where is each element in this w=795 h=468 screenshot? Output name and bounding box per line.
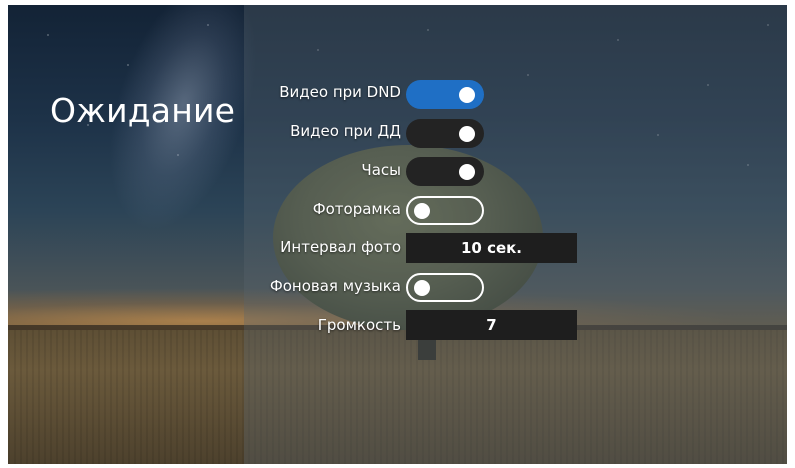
toggle-knob (414, 279, 430, 296)
background-music-toggle[interactable] (406, 273, 484, 302)
setting-label-video-dnd: Видео при DND (279, 83, 401, 101)
setting-label-background-music: Фоновая музыка (269, 277, 401, 295)
title-panel (8, 5, 244, 464)
photo-frame-toggle[interactable] (406, 196, 484, 225)
screen: Ожидание Видео при DND Видео при ДД Часы… (8, 5, 787, 464)
video-dd-toggle[interactable] (406, 119, 484, 148)
clock-toggle[interactable] (406, 157, 484, 186)
photo-interval-field[interactable]: 10 сек. (406, 233, 577, 263)
setting-label-volume: Громкость (317, 316, 401, 334)
volume-field[interactable]: 7 (406, 310, 577, 340)
toggle-knob (459, 125, 475, 142)
setting-label-photo-interval: Интервал фото (280, 238, 401, 256)
toggle-knob (459, 86, 475, 103)
page-title: Ожидание (50, 91, 236, 130)
video-dnd-toggle[interactable] (406, 80, 484, 109)
toggle-knob (459, 163, 475, 180)
setting-label-clock: Часы (361, 161, 401, 179)
setting-label-video-dd: Видео при ДД (290, 122, 401, 140)
setting-label-photo-frame: Фоторамка (312, 200, 401, 218)
toggle-knob (414, 202, 430, 219)
